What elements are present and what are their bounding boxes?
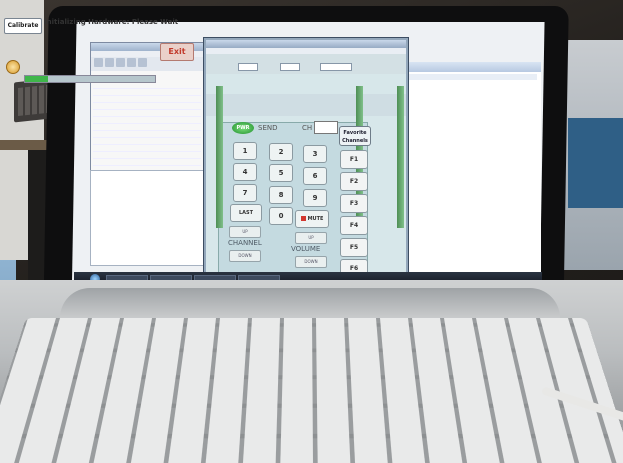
list-item[interactable] bbox=[93, 117, 201, 124]
toolbar-icon[interactable] bbox=[94, 58, 103, 67]
digit-key[interactable]: 8 bbox=[269, 186, 293, 204]
function-key[interactable]: F3 bbox=[340, 194, 368, 213]
volume-up-button[interactable]: UP bbox=[295, 232, 327, 244]
digit-key[interactable]: 1 bbox=[233, 142, 257, 160]
keypad-rail-left bbox=[216, 86, 223, 228]
function-key[interactable]: F2 bbox=[340, 172, 368, 191]
list-item[interactable] bbox=[93, 96, 201, 103]
setting-field[interactable] bbox=[320, 63, 352, 71]
exit-button[interactable]: Exit bbox=[160, 43, 194, 61]
background-shelf bbox=[0, 140, 48, 150]
send-label: SEND bbox=[258, 124, 278, 132]
favorite-channels-button[interactable]: Favorite Channels bbox=[339, 126, 371, 146]
file-manager-window bbox=[90, 42, 204, 176]
list-item[interactable] bbox=[93, 159, 201, 166]
digit-key[interactable]: 5 bbox=[269, 164, 293, 182]
toolbar-icon[interactable] bbox=[105, 58, 114, 67]
ch-label: CH bbox=[302, 124, 312, 132]
digit-key[interactable]: 7 bbox=[233, 184, 257, 202]
digit-key[interactable]: 2 bbox=[269, 143, 293, 161]
photo-scene: Calibrate Initializing Hardware: Please … bbox=[0, 0, 623, 463]
list-item[interactable] bbox=[93, 110, 201, 117]
function-key[interactable]: F4 bbox=[340, 216, 368, 235]
setting-field[interactable] bbox=[238, 63, 258, 71]
channel-up-button[interactable]: UP bbox=[229, 226, 261, 238]
channel-down-button[interactable]: DOWN bbox=[229, 250, 261, 262]
toolbar-icon[interactable] bbox=[138, 58, 147, 67]
file-tree bbox=[93, 75, 201, 166]
app-header bbox=[206, 54, 406, 74]
list-item[interactable] bbox=[93, 131, 201, 138]
last-channel-button[interactable]: LAST bbox=[230, 204, 262, 222]
laptop-hinge bbox=[60, 288, 560, 318]
function-key[interactable]: F1 bbox=[340, 150, 368, 169]
list-item[interactable] bbox=[93, 145, 201, 152]
favorite-label-bottom: Channels bbox=[340, 137, 370, 145]
browser-window bbox=[400, 62, 541, 294]
list-item[interactable] bbox=[93, 89, 201, 96]
digit-key[interactable]: 4 bbox=[233, 163, 257, 181]
power-button[interactable]: PWR bbox=[232, 122, 254, 134]
list-item[interactable] bbox=[93, 152, 201, 159]
fkey-rail-right bbox=[397, 86, 404, 228]
mute-label: MUTE bbox=[308, 216, 324, 222]
background-blue-box bbox=[568, 118, 623, 208]
list-item[interactable] bbox=[93, 138, 201, 145]
list-item[interactable] bbox=[97, 241, 209, 246]
calibrate-button[interactable]: Calibrate bbox=[4, 18, 42, 34]
list-item[interactable] bbox=[93, 103, 201, 110]
browser-titlebar bbox=[401, 62, 541, 72]
toolbar-icon[interactable] bbox=[116, 58, 125, 67]
setting-field[interactable] bbox=[280, 63, 300, 71]
play-icon[interactable] bbox=[6, 60, 20, 74]
volume-label: VOLUME bbox=[291, 245, 320, 253]
channel-input[interactable] bbox=[314, 121, 338, 134]
mute-button[interactable]: MUTE bbox=[295, 210, 329, 228]
function-key[interactable]: F5 bbox=[340, 238, 368, 257]
channel-label: CHANNEL bbox=[228, 239, 262, 247]
mute-icon bbox=[301, 216, 306, 221]
app-controls-row bbox=[206, 94, 406, 116]
list-item[interactable] bbox=[93, 82, 201, 89]
progress-fill bbox=[25, 76, 48, 82]
app-titlebar bbox=[206, 40, 406, 48]
laptop-keyboard[interactable] bbox=[0, 318, 623, 463]
digit-key[interactable]: 3 bbox=[303, 145, 327, 163]
address-bar[interactable] bbox=[405, 74, 537, 80]
favorite-label-top: Favorite bbox=[340, 129, 370, 137]
list-item[interactable] bbox=[93, 124, 201, 131]
status-message: Initializing Hardware: Please Wait bbox=[44, 18, 178, 26]
digit-key[interactable]: 0 bbox=[269, 207, 293, 225]
digit-key[interactable]: 9 bbox=[303, 189, 327, 207]
volume-down-button[interactable]: DOWN bbox=[295, 256, 327, 268]
toolbar-icon[interactable] bbox=[127, 58, 136, 67]
digit-key[interactable]: 6 bbox=[303, 167, 327, 185]
explorer-pane bbox=[90, 170, 210, 266]
